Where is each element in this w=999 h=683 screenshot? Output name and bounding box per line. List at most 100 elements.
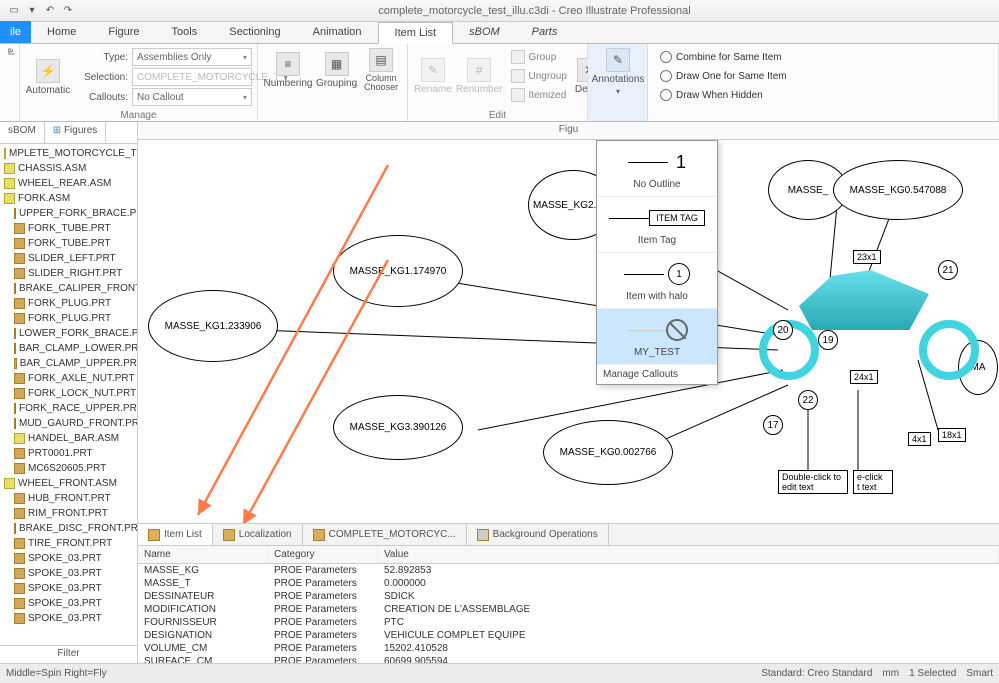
annot-option-mytest[interactable]: MY_TEST [597, 309, 717, 365]
tab-tools[interactable]: Tools [156, 21, 214, 43]
rect-18x1[interactable]: 18x1 [938, 428, 966, 442]
tree-item[interactable]: SPOKE_03.PRT [0, 596, 137, 611]
table-row[interactable]: SURFACE_CMPROE Parameters60699.905594 [138, 655, 999, 663]
type-combo[interactable]: Assemblies Only [132, 48, 252, 66]
tree-item[interactable]: SPOKE_03.PRT [0, 551, 137, 566]
tree-item[interactable]: FORK_TUBE.PRT [0, 236, 137, 251]
tree-item[interactable]: CHASSIS.ASM [0, 161, 137, 176]
balloon-masse-kg-7[interactable]: MASSE_KG0.547088 [833, 160, 963, 220]
tree-item[interactable]: MUD_GAURD_FRONT.PR [0, 416, 137, 431]
tree-item[interactable]: WHEEL_FRONT.ASM [0, 476, 137, 491]
tab-figure[interactable]: Figure [92, 21, 155, 43]
numbering-button[interactable]: ≡Numbering [264, 52, 312, 89]
table-row[interactable]: FOURNISSEURPROE ParametersPTC [138, 616, 999, 629]
col-category[interactable]: Category [268, 546, 378, 563]
qa-redo-icon[interactable]: ↷ [60, 3, 76, 19]
column-chooser-button[interactable]: ▤Column Chooser [361, 48, 401, 92]
status-units[interactable]: mm [882, 668, 899, 679]
balloon-19[interactable]: 19 [818, 330, 838, 350]
tab-item-list[interactable]: Item List [378, 22, 454, 44]
table-row[interactable]: VOLUME_CMPROE Parameters15202.410528 [138, 642, 999, 655]
tree-item[interactable]: FORK.ASM [0, 191, 137, 206]
file-tab[interactable]: ile [0, 21, 31, 43]
tree-item[interactable]: BRAKE_DISC_FRONT.PR [0, 521, 137, 536]
rect-doubleclick[interactable]: Double-click to edit text [778, 470, 848, 494]
annotations-button[interactable]: ✎Annotations▾ [594, 48, 642, 96]
table-row[interactable]: MODIFICATIONPROE ParametersCREATION DE L… [138, 603, 999, 616]
balloon-masse-kg-4[interactable]: MASSE_KG3.390126 [333, 395, 463, 460]
tree-item[interactable]: RIM_FRONT.PRT [0, 506, 137, 521]
tab-sbom[interactable]: sBOM [453, 21, 516, 43]
tree-item[interactable]: FORK_RACE_UPPER.PRT [0, 401, 137, 416]
combine-same-option[interactable]: Combine for Same Item [654, 48, 992, 66]
tree-item[interactable]: SPOKE_03.PRT [0, 581, 137, 596]
annot-option-halo[interactable]: 1 Item with halo [597, 253, 717, 309]
property-grid[interactable]: Name Category Value MASSE_KGPROE Paramet… [138, 546, 999, 663]
btab-localization[interactable]: Localization [213, 524, 303, 545]
tree-item[interactable]: TIRE_FRONT.PRT [0, 536, 137, 551]
tree-item[interactable]: PRT0001.PRT [0, 446, 137, 461]
tree-item[interactable]: FORK_TUBE.PRT [0, 221, 137, 236]
left-tab-figures[interactable]: ⊞ Figures [45, 122, 107, 143]
tab-animation[interactable]: Animation [297, 21, 378, 43]
col-name[interactable]: Name [138, 546, 268, 563]
tree-item[interactable]: BRAKE_CALIPER_FRONT [0, 281, 137, 296]
rect-doubleclick2[interactable]: e-click t text [853, 470, 893, 494]
btab-item-list[interactable]: Item List [138, 524, 213, 545]
tab-parts[interactable]: Parts [516, 21, 574, 43]
rect-24x1[interactable]: 24x1 [850, 370, 878, 384]
btab-bg-ops[interactable]: Background Operations [467, 524, 609, 545]
balloon-17[interactable]: 17 [763, 415, 783, 435]
callouts-combo[interactable]: No Callout [132, 88, 252, 106]
tree-view[interactable]: MPLETE_MOTORCYCLE_TESTCHASSIS.ASMWHEEL_R… [0, 144, 137, 645]
manage-callouts-link[interactable]: Manage Callouts [597, 365, 717, 384]
balloon-masse-kg-2[interactable]: MASSE_KG1.174970 [333, 235, 463, 307]
tree-item[interactable]: SLIDER_LEFT.PRT [0, 251, 137, 266]
left-tab-sbom[interactable]: sBOM [0, 122, 45, 143]
qa-undo-icon[interactable]: ↶ [42, 3, 58, 19]
balloon-masse-kg-5[interactable]: MASSE_KG0.002766 [543, 420, 673, 485]
tree-item[interactable]: MPLETE_MOTORCYCLE_TEST [0, 146, 137, 161]
status-smart[interactable]: Smart [966, 668, 993, 679]
balloon-22[interactable]: 22 [798, 390, 818, 410]
status-selected[interactable]: 1 Selected [909, 668, 956, 679]
balloon-21[interactable]: 21 [938, 260, 958, 280]
tree-item[interactable]: FORK_LOCK_NUT.PRT [0, 386, 137, 401]
annot-option-plain[interactable]: 1 No Outline [597, 141, 717, 197]
tree-item[interactable]: FORK_AXLE_NUT.PRT [0, 371, 137, 386]
rect-4x1[interactable]: 4x1 [908, 432, 931, 446]
col-value[interactable]: Value [378, 546, 999, 563]
table-row[interactable]: DESSINATEURPROE ParametersSDICK [138, 590, 999, 603]
figure-canvas[interactable]: MASSE_KG1.233906 MASSE_KG1.174970 MASSE_… [138, 140, 999, 523]
tree-item[interactable]: LOWER_FORK_BRACE.PR [0, 326, 137, 341]
table-row[interactable]: MASSE_TPROE Parameters0.000000 [138, 577, 999, 590]
tree-item[interactable]: SLIDER_RIGHT.PRT [0, 266, 137, 281]
tree-item[interactable]: HUB_FRONT.PRT [0, 491, 137, 506]
tab-sectioning[interactable]: Sectioning [213, 21, 296, 43]
tree-item[interactable]: SPOKE_03.PRT [0, 611, 137, 626]
tab-home[interactable]: Home [31, 21, 92, 43]
draw-hidden-option[interactable]: Draw When Hidden [654, 86, 992, 104]
tree-item[interactable]: HANDEL_BAR.ASM [0, 431, 137, 446]
btab-doc[interactable]: COMPLETE_MOTORCYC... [303, 524, 467, 545]
tree-item[interactable]: MC6S20605.PRT [0, 461, 137, 476]
balloon-20[interactable]: 20 [773, 320, 793, 340]
rect-23x1[interactable]: 23x1 [853, 250, 881, 264]
tree-item[interactable]: BAR_CLAMP_LOWER.PR [0, 341, 137, 356]
annot-option-item-tag[interactable]: ITEM TAG Item Tag [597, 197, 717, 253]
table-row[interactable]: DESIGNATIONPROE ParametersVEHICULE COMPL… [138, 629, 999, 642]
tree-item[interactable]: FORK_PLUG.PRT [0, 311, 137, 326]
automatic-button[interactable]: ⚡ Automatic [26, 59, 70, 96]
qa-new-icon[interactable]: ▭ [6, 3, 22, 19]
tree-item[interactable]: WHEEL_REAR.ASM [0, 176, 137, 191]
draw-one-option[interactable]: Draw One for Same Item [654, 67, 992, 85]
tree-item[interactable]: SPOKE_03.PRT [0, 566, 137, 581]
tree-item[interactable]: UPPER_FORK_BRACE.PR [0, 206, 137, 221]
table-row[interactable]: MASSE_KGPROE Parameters52.892853 [138, 564, 999, 577]
tree-item[interactable]: BAR_CLAMP_UPPER.PR [0, 356, 137, 371]
selection-combo[interactable]: COMPLETE_MOTORCYCLE_T [132, 68, 252, 86]
qa-open-icon[interactable]: ▾ [24, 3, 40, 19]
grouping-button[interactable]: ▦Grouping [316, 52, 357, 89]
status-standard[interactable]: Standard: Creo Standard [761, 668, 872, 679]
tree-item[interactable]: FORK_PLUG.PRT [0, 296, 137, 311]
